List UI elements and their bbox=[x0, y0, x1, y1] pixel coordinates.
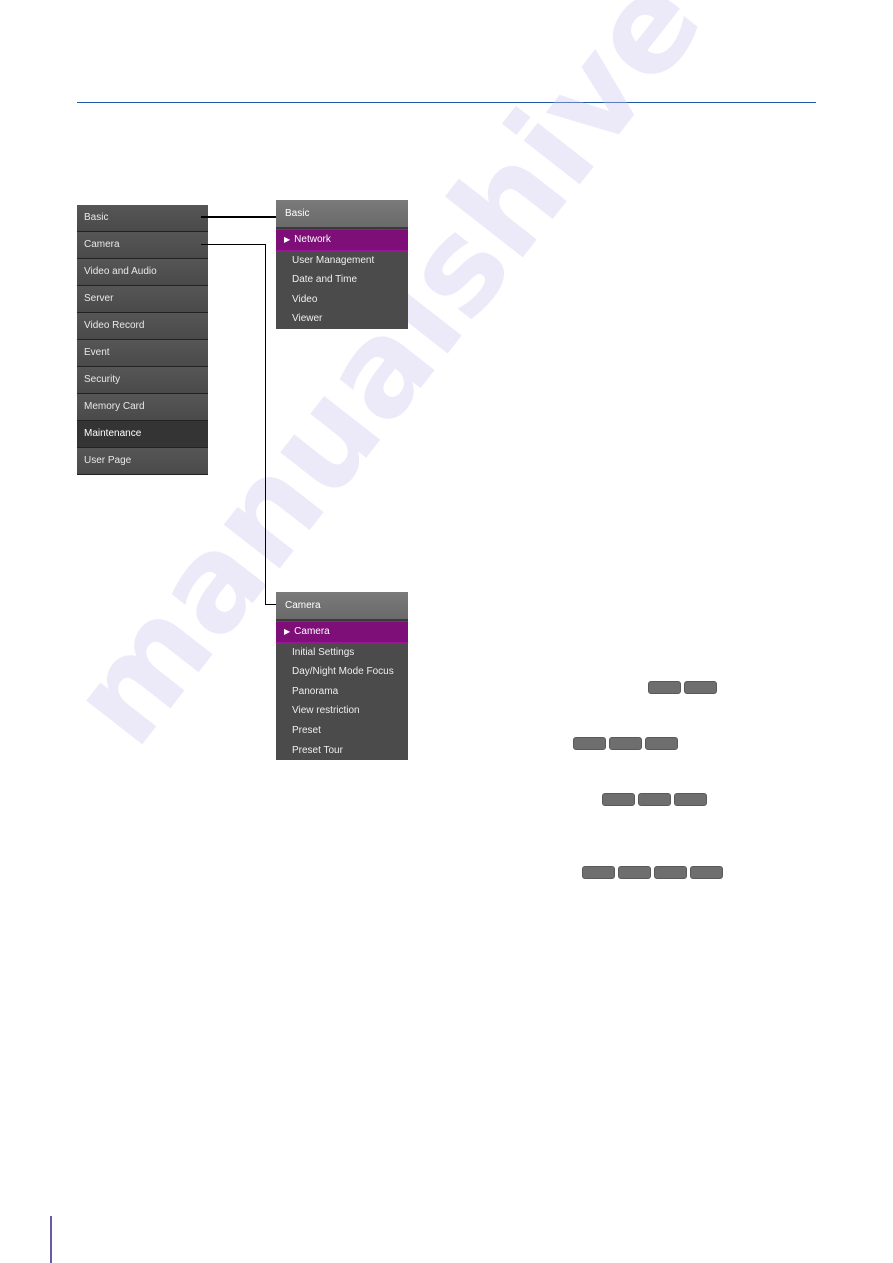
button-chip[interactable] bbox=[582, 866, 615, 879]
button-chip[interactable] bbox=[638, 793, 671, 806]
button-chip[interactable] bbox=[654, 866, 687, 879]
main-menu-item-video-and-audio[interactable]: Video and Audio bbox=[77, 259, 208, 286]
button-chip-row-2 bbox=[573, 737, 678, 750]
main-menu-item-user-page[interactable]: User Page bbox=[77, 448, 208, 475]
button-chip[interactable] bbox=[674, 793, 707, 806]
main-menu-item-maintenance[interactable]: Maintenance bbox=[77, 421, 208, 448]
main-menu: Basic Camera Video and Audio Server Vide… bbox=[77, 205, 208, 475]
selected-arrow-icon: ▶ bbox=[284, 235, 291, 244]
submenu-item-initial-settings[interactable]: Initial Settings bbox=[276, 642, 408, 663]
main-menu-item-event[interactable]: Event bbox=[77, 340, 208, 367]
button-chip-row-1 bbox=[648, 681, 717, 694]
submenu-item-network[interactable]: ▶ Network bbox=[276, 229, 408, 251]
main-menu-item-memory-card[interactable]: Memory Card bbox=[77, 394, 208, 421]
submenu-item-date-and-time[interactable]: Date and Time bbox=[276, 270, 408, 290]
main-menu-item-security[interactable]: Security bbox=[77, 367, 208, 394]
button-chip-row-3 bbox=[602, 793, 707, 806]
submenu-item-camera[interactable]: ▶ Camera bbox=[276, 621, 408, 643]
button-chip[interactable] bbox=[618, 866, 651, 879]
basic-submenu: Basic ▶ Network User Management Date and … bbox=[276, 200, 408, 329]
basic-submenu-header: Basic bbox=[276, 200, 408, 229]
submenu-item-view-restriction[interactable]: View restriction bbox=[276, 701, 408, 721]
selected-arrow-icon: ▶ bbox=[284, 627, 291, 636]
button-chip[interactable] bbox=[648, 681, 681, 694]
submenu-item-preset-tour[interactable]: Preset Tour bbox=[276, 740, 408, 761]
connector-basic bbox=[201, 216, 285, 218]
button-chip[interactable] bbox=[609, 737, 642, 750]
page-margin-rule bbox=[50, 1216, 52, 1263]
button-chip[interactable] bbox=[573, 737, 606, 750]
main-menu-item-basic[interactable]: Basic bbox=[77, 205, 208, 232]
connector-camera-v bbox=[265, 244, 266, 605]
submenu-item-label: Camera bbox=[294, 626, 330, 637]
submenu-item-preset[interactable]: Preset bbox=[276, 720, 408, 741]
submenu-item-panorama[interactable]: Panorama bbox=[276, 681, 408, 702]
button-chip[interactable] bbox=[602, 793, 635, 806]
button-chip[interactable] bbox=[645, 737, 678, 750]
button-chip-row-4 bbox=[582, 866, 723, 879]
submenu-item-video[interactable]: Video bbox=[276, 289, 408, 310]
submenu-item-user-management[interactable]: User Management bbox=[276, 250, 408, 271]
button-chip[interactable] bbox=[684, 681, 717, 694]
header-rule bbox=[77, 102, 816, 103]
main-menu-item-video-record[interactable]: Video Record bbox=[77, 313, 208, 340]
main-menu-item-server[interactable]: Server bbox=[77, 286, 208, 313]
button-chip[interactable] bbox=[690, 866, 723, 879]
submenu-item-viewer[interactable]: Viewer bbox=[276, 309, 408, 329]
submenu-item-label: Network bbox=[294, 234, 331, 245]
main-menu-item-camera[interactable]: Camera bbox=[77, 232, 208, 259]
submenu-item-day-night-mode-focus[interactable]: Day/Night Mode Focus bbox=[276, 662, 408, 682]
camera-submenu-header: Camera bbox=[276, 592, 408, 621]
camera-submenu: Camera ▶ Camera Initial Settings Day/Nigh… bbox=[276, 592, 408, 761]
connector-camera-h1 bbox=[201, 244, 266, 245]
